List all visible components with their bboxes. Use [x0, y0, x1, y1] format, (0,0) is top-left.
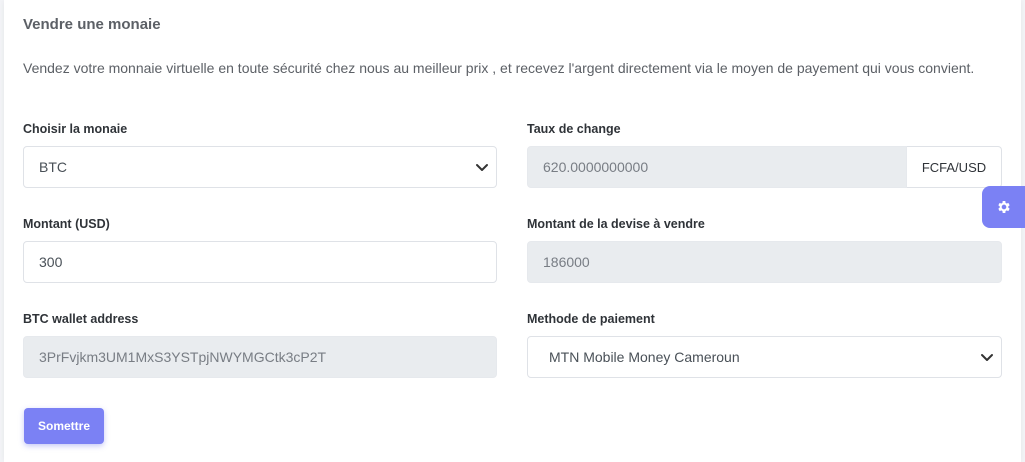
currency-select-value: BTC — [39, 159, 67, 175]
payment-method-label: Methode de paiement — [527, 312, 655, 326]
wallet-label: BTC wallet address — [23, 312, 139, 326]
amount-input[interactable]: 300 — [23, 241, 497, 283]
sell-currency-card: Vendre une monaie Vendez votre monnaie v… — [4, 0, 1021, 462]
exchange-rate-value: 620.0000000000 — [543, 159, 649, 175]
exchange-rate-unit: FCFA/USD — [907, 146, 1002, 188]
card-title: Vendre une monaie — [23, 16, 161, 33]
wallet-address-value: 3PrFvjkm3UM1MxS3YSTpjNWYMGCtk3cP2T — [39, 349, 327, 365]
exchange-rate-label: Taux de change — [527, 122, 621, 136]
amount-to-sell-field: 186000 — [527, 241, 1002, 283]
payment-method-value: MTN Mobile Money Cameroun — [549, 349, 740, 365]
amount-label: Montant (USD) — [23, 217, 110, 231]
exchange-rate-field: 620.0000000000 — [527, 146, 907, 188]
gear-icon — [997, 201, 1010, 213]
amount-to-sell-value: 186000 — [543, 254, 590, 270]
payment-method-select[interactable]: MTN Mobile Money Cameroun — [527, 336, 1002, 378]
submit-button[interactable]: Somettre — [24, 408, 104, 444]
settings-button[interactable] — [982, 186, 1025, 228]
currency-select[interactable]: BTC — [23, 146, 497, 188]
card-description: Vendez votre monnaie virtuelle en toute … — [23, 60, 975, 76]
amount-input-value: 300 — [39, 254, 63, 270]
currency-label: Choisir la monaie — [23, 122, 128, 136]
chevron-down-icon — [476, 164, 488, 171]
amount-to-sell-label: Montant de la devise à vendre — [527, 217, 705, 231]
wallet-address-field: 3PrFvjkm3UM1MxS3YSTpjNWYMGCtk3cP2T — [23, 336, 497, 378]
chevron-down-icon — [981, 354, 993, 361]
